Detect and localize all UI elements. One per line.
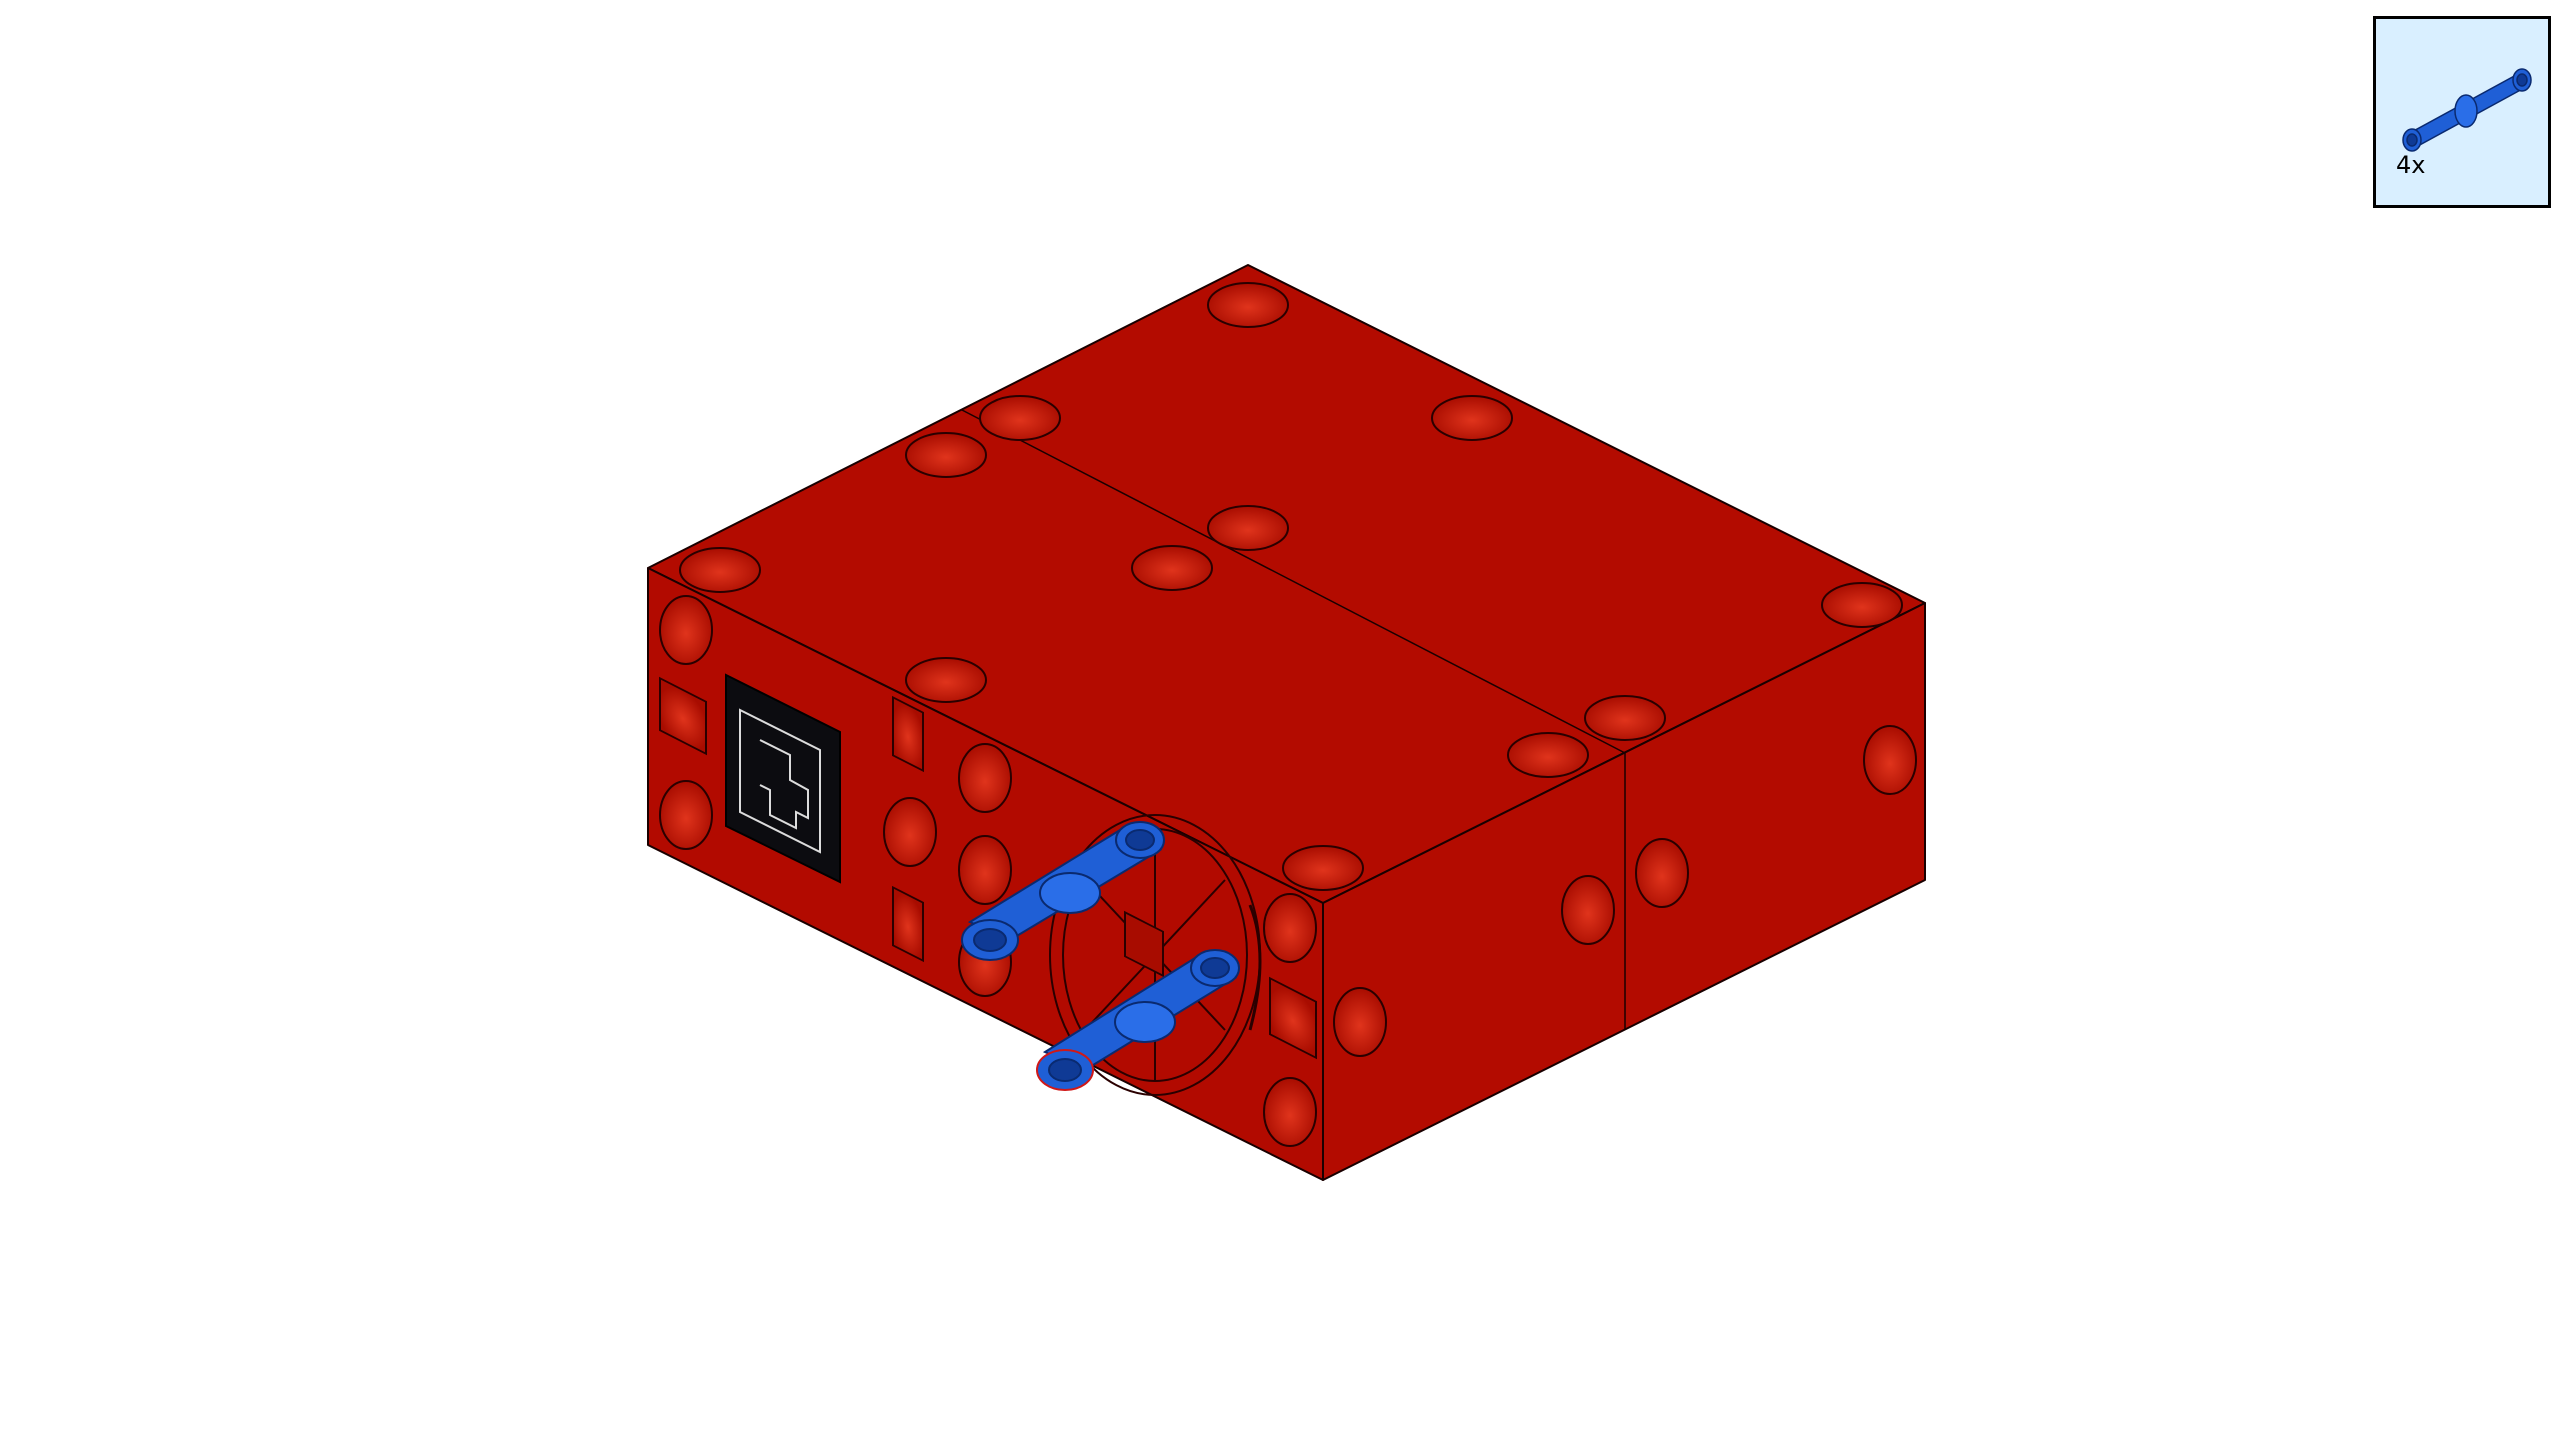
instruction-step-canvas: 4x — [0, 0, 2560, 1440]
part-quantity-label: 4x — [2396, 151, 2426, 179]
pin-icon — [2402, 68, 2532, 152]
assembly-model — [647, 264, 1926, 1181]
parts-list-callout: 4x — [2373, 16, 2551, 208]
